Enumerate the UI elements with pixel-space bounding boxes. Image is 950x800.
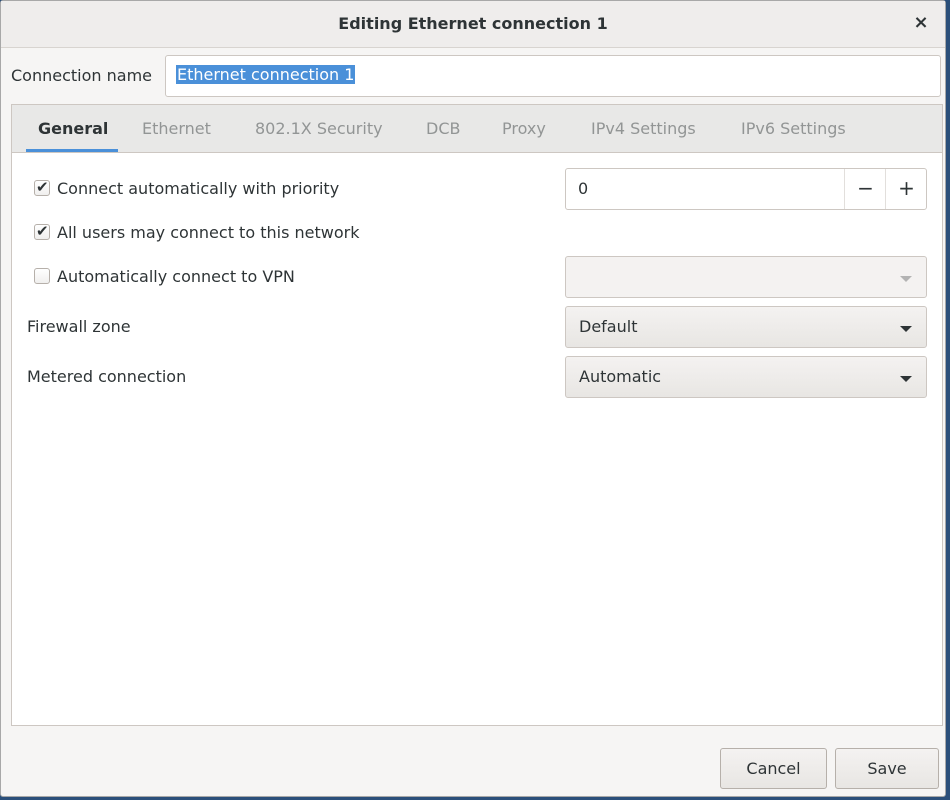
edit-connection-dialog: Editing Ethernet connection 1 × Connecti… [0, 0, 946, 797]
all-users-label: All users may connect to this network [57, 223, 360, 242]
connect-automatically-checkbox[interactable]: ✔ [34, 178, 50, 196]
metered-connection-label: Metered connection [27, 367, 187, 386]
tab-dcb[interactable]: DCB [426, 119, 460, 138]
active-tab-indicator [26, 149, 118, 152]
window-title: Editing Ethernet connection 1 [338, 14, 608, 33]
all-users-checkbox[interactable]: ✔ [34, 222, 50, 240]
chevron-down-icon [900, 376, 912, 382]
priority-spinbutton[interactable]: 0 − + [565, 168, 927, 210]
chevron-down-icon [900, 326, 912, 332]
connect-automatically-label: Connect automatically with priority [57, 179, 340, 198]
tab-bar: General Ethernet 802.1X Security DCB Pro… [12, 105, 942, 153]
connection-name-value: Ethernet connection 1 [176, 65, 356, 84]
auto-vpn-checkbox[interactable] [34, 268, 50, 284]
connection-name-label: Connection name [11, 66, 152, 85]
firewall-zone-label: Firewall zone [27, 317, 131, 336]
vpn-select [565, 256, 927, 298]
connection-name-input[interactable]: Ethernet connection 1 [165, 55, 941, 97]
checkmark-icon: ✔ [36, 178, 49, 196]
save-button[interactable]: Save [835, 748, 939, 789]
priority-decrement-button[interactable]: − [844, 169, 886, 209]
tab-ipv6-settings[interactable]: IPv6 Settings [741, 119, 846, 138]
priority-value: 0 [578, 179, 589, 198]
tab-802-1x-security[interactable]: 802.1X Security [255, 119, 383, 138]
priority-increment-button[interactable]: + [885, 169, 927, 209]
close-icon[interactable]: × [909, 11, 933, 35]
settings-notebook: General Ethernet 802.1X Security DCB Pro… [11, 104, 943, 726]
chevron-down-icon [900, 276, 912, 282]
tab-proxy[interactable]: Proxy [502, 119, 546, 138]
firewall-zone-select[interactable]: Default [565, 306, 927, 348]
auto-vpn-label: Automatically connect to VPN [57, 267, 295, 286]
cancel-button[interactable]: Cancel [720, 748, 827, 789]
tab-general[interactable]: General [38, 119, 108, 138]
firewall-zone-value: Default [579, 317, 638, 336]
tab-ipv4-settings[interactable]: IPv4 Settings [591, 119, 696, 138]
metered-connection-value: Automatic [579, 367, 662, 386]
tab-ethernet[interactable]: Ethernet [142, 119, 211, 138]
checkmark-icon: ✔ [36, 222, 49, 240]
title-bar: Editing Ethernet connection 1 × [1, 1, 945, 48]
metered-connection-select[interactable]: Automatic [565, 356, 927, 398]
